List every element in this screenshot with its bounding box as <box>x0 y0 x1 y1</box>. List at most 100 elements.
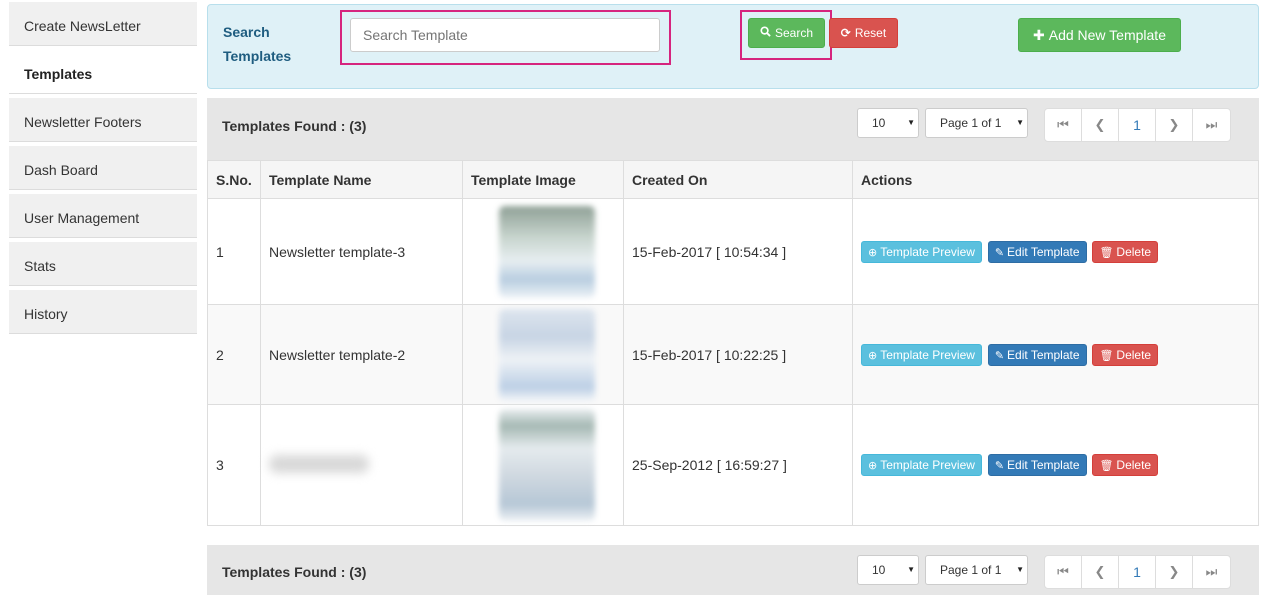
delete-button[interactable]: 🗑 Delete <box>1092 454 1159 476</box>
search-button[interactable]: Search <box>748 18 825 48</box>
row-created-on: 25-Sep-2012 [ 16:59:27 ] <box>623 404 853 526</box>
row-template-name <box>260 404 463 526</box>
page-info-value: Page 1 of 1 <box>940 563 1002 577</box>
search-input[interactable] <box>350 18 660 52</box>
page-select[interactable]: Page 1 of 1 ▼ <box>925 108 1028 138</box>
column-header-sno: S.No. <box>207 160 261 199</box>
templates-table: S.No. Template Name Template Image Creat… <box>207 160 1259 526</box>
column-header-actions: Actions <box>852 160 1259 199</box>
row-sno: 3 <box>207 404 261 526</box>
pagination: ⏮ ❮ 1 ❯ ⏭ <box>1044 555 1231 589</box>
page-info-value: Page 1 of 1 <box>940 116 1002 130</box>
search-label: Search Templates <box>223 24 292 64</box>
first-page-icon[interactable]: ⏮ <box>1045 109 1082 141</box>
delete-button[interactable]: 🗑 Delete <box>1092 343 1159 366</box>
page-size-value: 10 <box>872 116 886 130</box>
edit-template-button[interactable]: ✎ Edit Template <box>987 240 1087 263</box>
trash-icon: 🗑 <box>1099 349 1114 362</box>
row-template-name: Newsletter template-2 <box>260 304 463 405</box>
redacted-template-name <box>269 454 369 473</box>
search-icon <box>760 19 771 47</box>
delete-label: Delete <box>1116 347 1152 362</box>
search-panel: Search Templates Search ⟳Reset ✚Add New … <box>207 4 1259 89</box>
table-row: 1 Newsletter template-3 15-Feb-2017 [ 10… <box>207 198 1259 305</box>
sidebar: Create NewsLetter Templates Newsletter F… <box>9 0 197 338</box>
edit-label: Edit Template <box>1007 347 1080 362</box>
table-row: 3 25-Sep-2012 [ 16:59:27 ] ⊕ Template Pre… <box>207 404 1259 526</box>
column-header-template-image: Template Image <box>462 160 624 199</box>
row-template-name: Newsletter template-3 <box>260 198 463 305</box>
delete-label: Delete <box>1116 458 1152 472</box>
row-sno: 1 <box>207 198 261 305</box>
trash-icon: 🗑 <box>1099 246 1114 259</box>
preview-label: Template Preview <box>880 347 975 362</box>
row-actions: ⊕ Template Preview ✎ Edit Template 🗑 Delete <box>852 198 1259 305</box>
caret-down-icon: ▼ <box>907 118 915 127</box>
edit-icon: ✎ <box>994 349 1005 362</box>
page-number-button[interactable]: 1 <box>1119 109 1156 141</box>
next-page-icon[interactable]: ❯ <box>1156 109 1193 141</box>
template-preview-button[interactable]: ⊕ Template Preview <box>861 343 982 366</box>
table-header-row: S.No. Template Name Template Image Creat… <box>207 160 1259 199</box>
templates-found-label: Templates Found : (3) <box>222 564 367 580</box>
delete-button[interactable]: 🗑 Delete <box>1092 240 1159 263</box>
template-thumbnail[interactable] <box>499 308 595 401</box>
caret-down-icon: ▼ <box>1016 565 1024 574</box>
row-actions: ⊕ Template Preview ✎ Edit Template 🗑 Delete <box>852 404 1259 526</box>
sidebar-item-create-newsletter[interactable]: Create NewsLetter <box>9 2 197 46</box>
sidebar-item-newsletter-footers[interactable]: Newsletter Footers <box>9 98 197 142</box>
edit-template-button[interactable]: ✎ Edit Template <box>987 454 1087 476</box>
template-thumbnail[interactable] <box>499 409 595 521</box>
page-select[interactable]: Page 1 of 1 ▼ <box>925 555 1028 585</box>
sidebar-item-stats[interactable]: Stats <box>9 242 197 286</box>
reset-button-label: Reset <box>854 26 887 40</box>
zoom-in-icon: ⊕ <box>868 349 878 362</box>
results-bar-top: Templates Found : (3) 10 ▼ Page 1 of 1 ▼… <box>207 98 1259 160</box>
zoom-in-icon: ⊕ <box>868 460 878 472</box>
results-bar-bottom: Templates Found : (3) 10 ▼ Page 1 of 1 ▼… <box>207 545 1259 595</box>
last-page-icon[interactable]: ⏭ <box>1193 109 1230 141</box>
page-size-select[interactable]: 10 ▼ <box>857 555 919 585</box>
prev-page-icon[interactable]: ❮ <box>1082 109 1119 141</box>
reset-button[interactable]: ⟳ Reset <box>829 18 898 48</box>
row-template-image[interactable] <box>462 198 624 305</box>
search-button-label: Search <box>774 26 814 40</box>
page-size-select[interactable]: 10 ▼ <box>857 108 919 138</box>
row-template-image[interactable] <box>462 404 624 526</box>
prev-page-icon[interactable]: ❮ <box>1082 556 1119 588</box>
preview-label: Template Preview <box>880 244 975 259</box>
first-page-icon[interactable]: ⏮ <box>1045 556 1082 588</box>
row-created-on: 15-Feb-2017 [ 10:22:25 ] <box>623 304 853 405</box>
next-page-icon[interactable]: ❯ <box>1156 556 1193 588</box>
row-template-image[interactable] <box>462 304 624 405</box>
refresh-icon: ⟳ <box>840 26 851 40</box>
column-header-created-on: Created On <box>623 160 853 199</box>
trash-icon: 🗑 <box>1099 460 1114 472</box>
last-page-icon[interactable]: ⏭ <box>1193 556 1230 588</box>
row-actions: ⊕ Template Preview ✎ Edit Template 🗑 Delete <box>852 304 1259 405</box>
table-row: 2 Newsletter template-2 15-Feb-2017 [ 10… <box>207 304 1259 405</box>
edit-label: Edit Template <box>1007 244 1080 259</box>
add-new-template-button[interactable]: ✚ Add New Template <box>1018 18 1181 52</box>
edit-template-button[interactable]: ✎ Edit Template <box>987 343 1087 366</box>
sidebar-item-dashboard[interactable]: Dash Board <box>9 146 197 190</box>
delete-label: Delete <box>1116 244 1152 259</box>
row-created-on: 15-Feb-2017 [ 10:54:34 ] <box>623 198 853 305</box>
template-preview-button[interactable]: ⊕ Template Preview <box>861 454 982 476</box>
edit-icon: ✎ <box>994 246 1005 259</box>
sidebar-item-history[interactable]: History <box>9 290 197 334</box>
sidebar-item-user-management[interactable]: User Management <box>9 194 197 238</box>
edit-icon: ✎ <box>994 460 1005 472</box>
plus-icon: ✚ <box>1033 27 1045 43</box>
page-number-button[interactable]: 1 <box>1119 556 1156 588</box>
caret-down-icon: ▼ <box>1016 118 1024 127</box>
edit-label: Edit Template <box>1007 458 1080 472</box>
zoom-in-icon: ⊕ <box>868 246 878 259</box>
sidebar-item-templates[interactable]: Templates <box>9 50 197 94</box>
page-size-value: 10 <box>872 563 886 577</box>
pagination: ⏮ ❮ 1 ❯ ⏭ <box>1044 108 1231 142</box>
caret-down-icon: ▼ <box>907 565 915 574</box>
template-thumbnail[interactable] <box>499 205 595 298</box>
preview-label: Template Preview <box>880 458 975 472</box>
template-preview-button[interactable]: ⊕ Template Preview <box>861 240 982 263</box>
